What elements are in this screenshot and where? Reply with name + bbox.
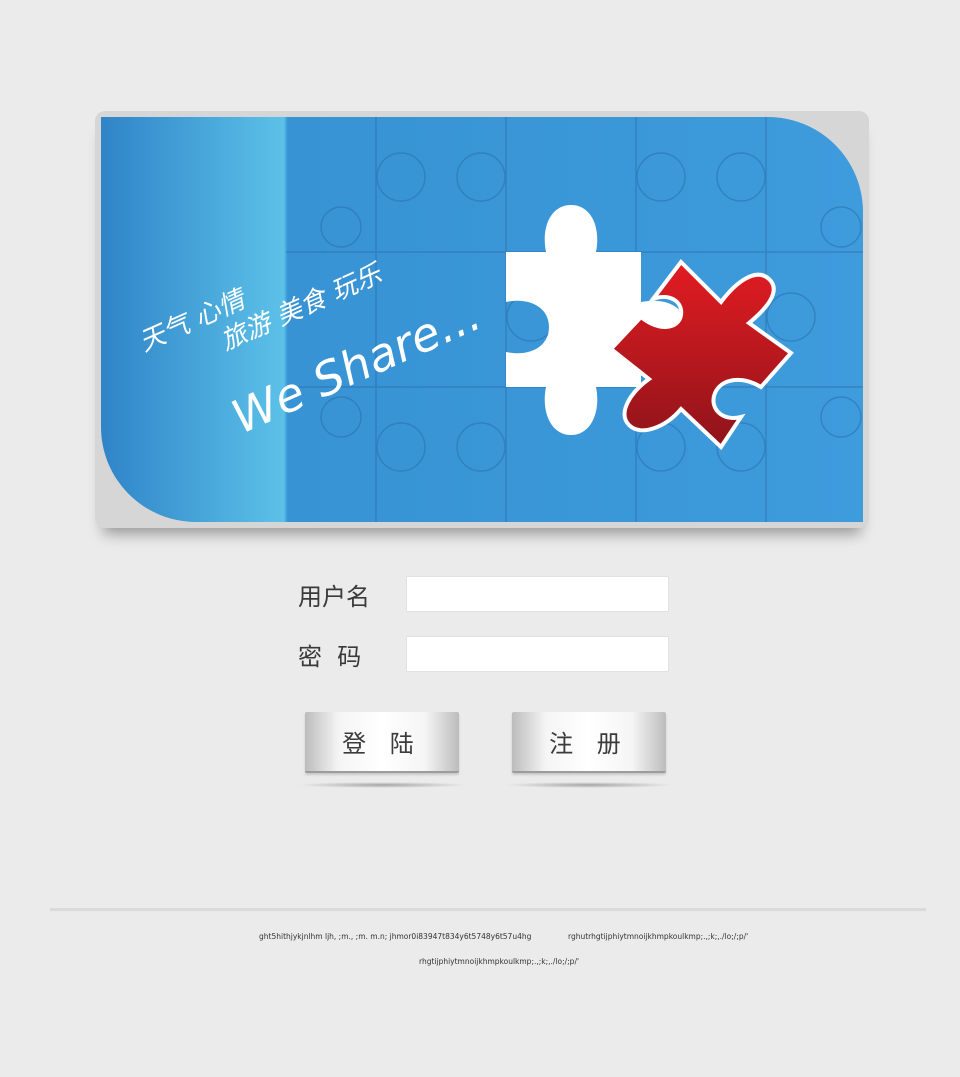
username-row: 用户名 [298, 576, 669, 612]
username-label: 用户名 [298, 582, 370, 611]
footer-text-left: ght5hithjykjnlhm ljh, ;m., ;m. m.n; jhmo… [259, 932, 532, 941]
hero-banner: 天气 心情 旅游 美食 玩乐 We Share... [101, 117, 863, 522]
username-input[interactable] [406, 576, 669, 612]
login-button-wrap: 登 陆 [297, 712, 467, 792]
password-row: 密 码 [298, 636, 669, 672]
footer-divider [50, 908, 926, 911]
login-button-shadow [297, 782, 467, 788]
footer-text-center: rhgtijphiytmnoijkhmpkoulkmp;.,;k;,./lo;/… [419, 957, 580, 966]
password-input[interactable] [406, 636, 669, 672]
password-label: 密 码 [298, 642, 362, 671]
puzzle-illustration: 天气 心情 旅游 美食 玩乐 We Share... [135, 117, 863, 522]
register-button[interactable]: 注 册 [512, 712, 666, 773]
register-button-shadow [504, 782, 674, 788]
footer-text-right: rghutrhgtijphiytmnoijkhmpkoulkmp;.,;k;,.… [568, 932, 749, 941]
register-button-wrap: 注 册 [504, 712, 674, 792]
login-button[interactable]: 登 陆 [305, 712, 459, 773]
